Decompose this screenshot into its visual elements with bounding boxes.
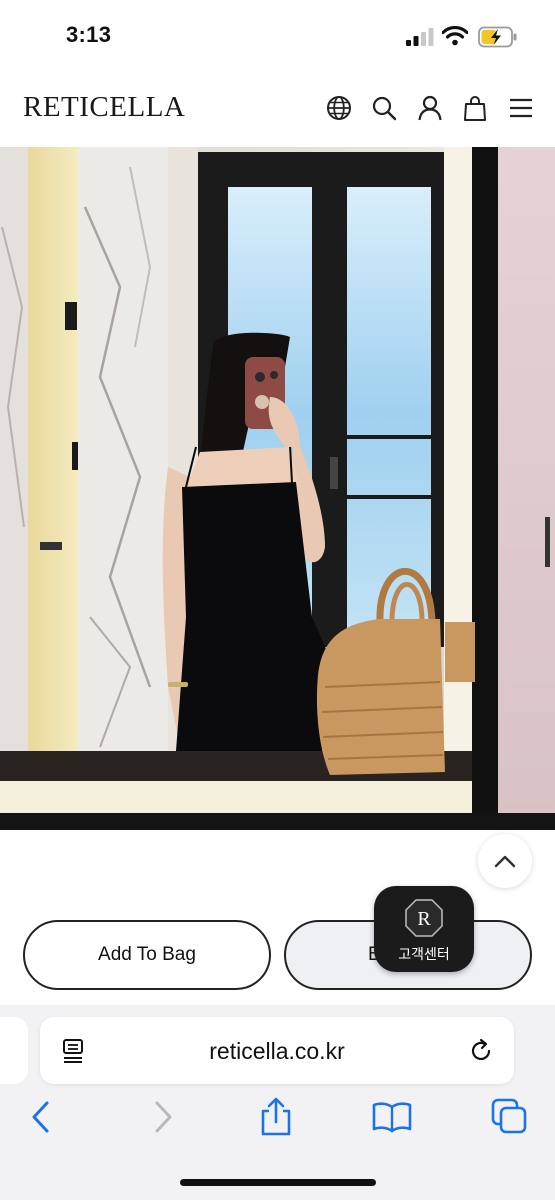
- customer-service-logo-icon: R: [405, 899, 443, 937]
- status-bar: 3:13: [0, 0, 555, 75]
- shopping-bag-icon[interactable]: [462, 95, 488, 121]
- status-time: 3:13: [66, 22, 112, 47]
- home-indicator: [180, 1179, 376, 1186]
- wifi-icon: [442, 26, 468, 46]
- site-header: RETICELLA: [0, 75, 555, 147]
- cellular-signal-icon: [406, 28, 434, 46]
- reload-icon[interactable]: [468, 1038, 494, 1064]
- browser-toolbar: reticella.co.kr: [0, 1005, 555, 1200]
- url-text: reticella.co.kr: [209, 1038, 345, 1064]
- tabs-icon[interactable]: [490, 1097, 530, 1137]
- customer-service-button[interactable]: R 고객센터: [374, 886, 474, 972]
- globe-icon[interactable]: [326, 95, 352, 121]
- product-actions: Add To Bag B R 고객센터: [0, 830, 555, 1005]
- product-photo: [0, 147, 555, 830]
- forward-icon[interactable]: [142, 1097, 182, 1137]
- back-icon[interactable]: [22, 1097, 62, 1137]
- address-bar[interactable]: reticella.co.kr: [40, 1017, 514, 1084]
- customer-service-label: 고객센터: [398, 946, 450, 962]
- user-account-icon[interactable]: [417, 95, 443, 121]
- search-icon[interactable]: [371, 95, 397, 121]
- share-icon[interactable]: [256, 1097, 296, 1137]
- menu-icon[interactable]: [508, 95, 534, 121]
- scroll-to-top-button[interactable]: [478, 834, 532, 888]
- customer-service-badge-letter: R: [417, 908, 431, 930]
- battery-charging-icon: [478, 26, 517, 48]
- add-to-bag-button[interactable]: Add To Bag: [23, 920, 271, 990]
- bookmarks-icon[interactable]: [372, 1097, 412, 1137]
- brand-logo[interactable]: RETICELLA: [23, 91, 185, 124]
- previous-tab-preview[interactable]: [0, 1017, 28, 1084]
